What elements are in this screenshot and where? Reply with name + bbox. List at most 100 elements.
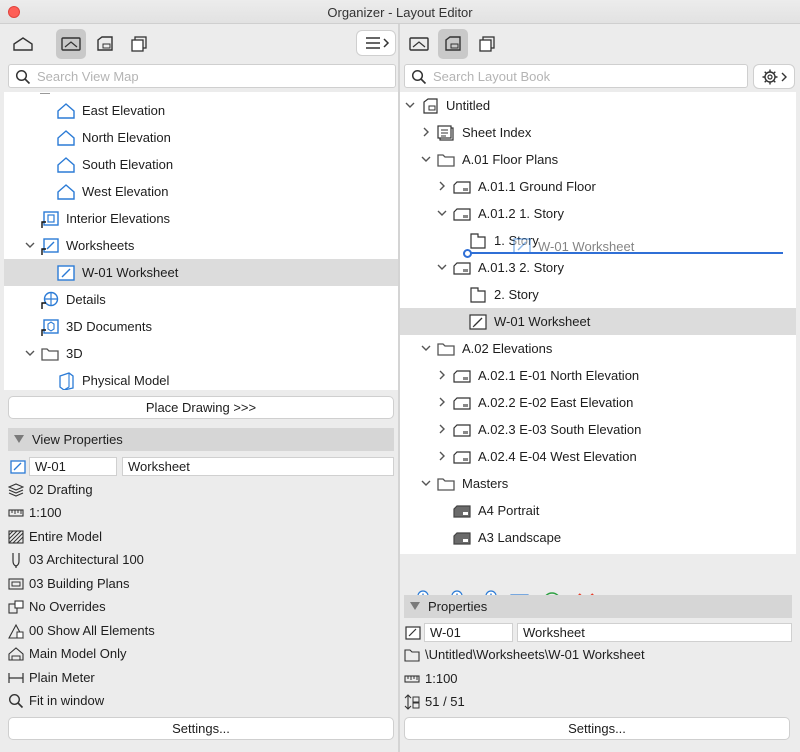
- source-path-value: \Untitled\Worksheets\W-01 Worksheet: [425, 647, 645, 662]
- chevron-down-icon[interactable]: [24, 347, 36, 359]
- page-count-value: 51 / 51: [425, 694, 465, 709]
- layout-book-pane: Untitled Sheet Index A.01 Floor Plans A.01.…: [400, 24, 796, 752]
- renovation-filter-row[interactable]: 00 Show All Elements: [4, 620, 398, 642]
- tree-item-label: A.01 Floor Plans: [462, 152, 559, 167]
- clipped-row-stub: [40, 92, 50, 94]
- tree-item-2-story[interactable]: 2. Story: [400, 281, 796, 308]
- chevron-down-icon[interactable]: [404, 99, 416, 111]
- chevron-down-icon[interactable]: [436, 261, 448, 273]
- view-id-field[interactable]: W-01: [29, 457, 117, 476]
- view-settings-button[interactable]: Settings...: [8, 717, 394, 740]
- tree-item-a-01-3-2-story[interactable]: A.01.3 2. Story: [400, 254, 796, 281]
- layer-combination-row[interactable]: 02 Drafting: [4, 479, 398, 501]
- sheet-index-icon: [436, 123, 456, 143]
- view-map-search[interactable]: [8, 64, 396, 88]
- tree-item-a3-landscape[interactable]: A3 Landscape: [400, 524, 796, 551]
- tree-item-a-01-1-ground-floor[interactable]: A.01.1 Ground Floor: [400, 173, 796, 200]
- tree-item-w01-worksheet[interactable]: W-01 Worksheet: [4, 259, 398, 286]
- scale-value: 1:100: [29, 505, 62, 520]
- tree-item-3d-documents[interactable]: 3D Documents: [4, 313, 398, 340]
- model-view-options-row[interactable]: 03 Building Plans: [4, 573, 398, 595]
- view-properties-header[interactable]: View Properties: [8, 428, 394, 451]
- tree-item-untitled[interactable]: Untitled: [400, 92, 796, 119]
- tree-item-north-elevation[interactable]: North Elevation: [4, 124, 398, 151]
- dimension-row[interactable]: Plain Meter: [4, 667, 398, 689]
- search-view-map-input[interactable]: [37, 68, 389, 85]
- tree-item-label: A.02.1 E-01 North Elevation: [478, 368, 640, 383]
- tree-item-label: A.01.1 Ground Floor: [478, 179, 596, 194]
- chevron-right-icon[interactable]: [436, 423, 448, 435]
- chevron-right-icon[interactable]: [436, 396, 448, 408]
- gear-icon: [762, 69, 787, 84]
- chevron-right-icon[interactable]: [436, 180, 448, 192]
- worksheet-icon: [56, 263, 76, 283]
- tree-item-west-elevation[interactable]: West Elevation: [4, 178, 398, 205]
- physical-model-icon: [56, 371, 76, 390]
- graphic-override-row[interactable]: No Overrides: [4, 596, 398, 618]
- tree-item-label: South Elevation: [82, 157, 174, 172]
- layout-book-search[interactable]: [404, 64, 748, 88]
- tree-item-details[interactable]: Details: [4, 286, 398, 313]
- tree-item-interior-elevations[interactable]: Interior Elevations: [4, 205, 398, 232]
- tree-item-label: Worksheets: [66, 238, 135, 253]
- drawing-name-field[interactable]: Worksheet: [517, 623, 792, 642]
- properties-header[interactable]: Properties: [404, 595, 792, 618]
- tree-item-a-02-2-e-02-east-elevation[interactable]: A.02.2 E-02 East Elevation: [400, 389, 796, 416]
- worksheet-icon: [468, 312, 488, 332]
- layout-settings-menu-button[interactable]: [753, 64, 795, 89]
- publisher-sets-tab[interactable]: [124, 29, 154, 59]
- drawing-scale-row[interactable]: 1:100: [400, 668, 796, 690]
- tree-item-label: East Elevation: [82, 103, 166, 118]
- layout-book-tab[interactable]: [90, 29, 120, 59]
- view-map-tab[interactable]: [56, 29, 86, 59]
- drawing-icon: [468, 231, 488, 251]
- view-properties-panel: W-01 Worksheet 02 Drafting 1:100 Entire …: [4, 456, 398, 714]
- tree-item-a-01-floor-plans[interactable]: A.01 Floor Plans: [400, 146, 796, 173]
- chevron-down-icon[interactable]: [420, 153, 432, 165]
- layout-book-tree: Untitled Sheet Index A.01 Floor Plans A.01.…: [400, 92, 796, 554]
- tree-item-label: North Elevation: [82, 130, 171, 145]
- chevron-down-icon[interactable]: [436, 207, 448, 219]
- tree-item-a-02-elevations[interactable]: A.02 Elevations: [400, 335, 796, 362]
- view-name-field[interactable]: Worksheet: [122, 457, 394, 476]
- tree-item-worksheets[interactable]: Worksheets: [4, 232, 398, 259]
- chevron-right-icon[interactable]: [420, 126, 432, 138]
- tree-item-label: A.01.2 1. Story: [478, 206, 564, 221]
- chevron-right-icon[interactable]: [436, 450, 448, 462]
- chevron-right-icon[interactable]: [436, 369, 448, 381]
- model-only-row[interactable]: Main Model Only: [4, 643, 398, 665]
- structure-display-row[interactable]: Entire Model: [4, 526, 398, 548]
- tree-item-a-01-2-1-story[interactable]: A.01.2 1. Story: [400, 200, 796, 227]
- options-menu-button[interactable]: [356, 30, 396, 56]
- place-drawing-button[interactable]: Place Drawing >>>: [8, 396, 394, 419]
- pen-set-row[interactable]: 03 Architectural 100: [4, 549, 398, 571]
- layout-book-icon: [97, 36, 113, 51]
- tree-item-masters[interactable]: Masters: [400, 470, 796, 497]
- title-bar: Organizer - Layout Editor: [0, 0, 800, 24]
- view-map-tab-right[interactable]: [404, 29, 434, 59]
- drawing-id-field[interactable]: W-01: [424, 623, 513, 642]
- drawing-settings-button[interactable]: Settings...: [404, 717, 790, 740]
- tree-item-label: A.02 Elevations: [462, 341, 553, 356]
- project-map-tab[interactable]: [8, 29, 38, 59]
- tree-item-label: A4 Portrait: [478, 503, 540, 518]
- tree-item-sheet-index[interactable]: Sheet Index: [400, 119, 796, 146]
- search-layout-book-input[interactable]: [433, 68, 741, 85]
- layout-book-tab-right[interactable]: [438, 29, 468, 59]
- tree-item-a-02-1-e-01-north-elevation[interactable]: A.02.1 E-01 North Elevation: [400, 362, 796, 389]
- zoom-row[interactable]: Fit in window: [4, 690, 398, 712]
- tree-item-3d[interactable]: 3D: [4, 340, 398, 367]
- chevron-down-icon[interactable]: [420, 342, 432, 354]
- chevron-down-icon[interactable]: [420, 477, 432, 489]
- chevron-down-icon[interactable]: [24, 239, 36, 251]
- tree-item-south-elevation[interactable]: South Elevation: [4, 151, 398, 178]
- publisher-sets-tab-right[interactable]: [472, 29, 502, 59]
- worksheet-id-icon: [405, 626, 421, 640]
- tree-item-w-01-worksheet[interactable]: W-01 Worksheet: [400, 308, 796, 335]
- tree-item-a-02-4-e-04-west-elevation[interactable]: A.02.4 E-04 West Elevation: [400, 443, 796, 470]
- tree-item-east-elevation[interactable]: East Elevation: [4, 97, 398, 124]
- scale-row[interactable]: 1:100: [4, 502, 398, 524]
- tree-item-a4-portrait[interactable]: A4 Portrait: [400, 497, 796, 524]
- tree-item-a-02-3-e-03-south-elevation[interactable]: A.02.3 E-03 South Elevation: [400, 416, 796, 443]
- tree-item-physical-model[interactable]: Physical Model: [4, 367, 398, 390]
